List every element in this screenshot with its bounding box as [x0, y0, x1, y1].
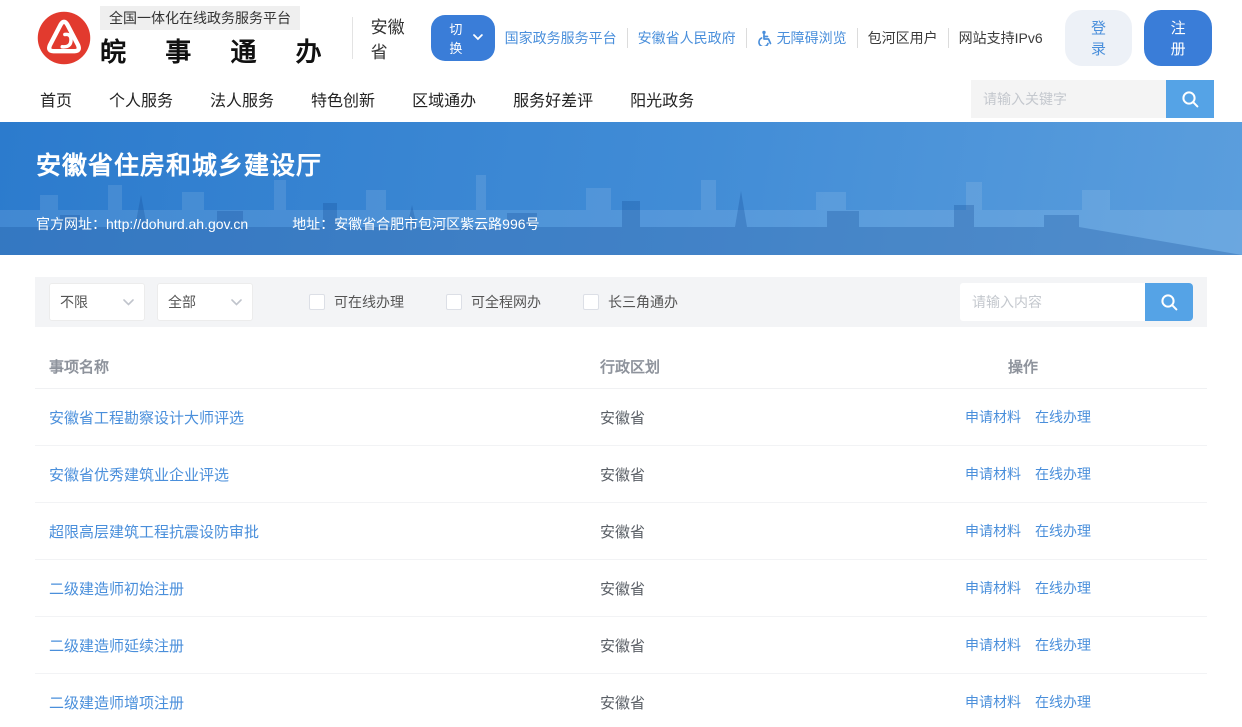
filter-checkbox[interactable]: 长三角通办: [583, 292, 678, 312]
login-button[interactable]: 登录: [1065, 10, 1133, 66]
link-provincial-government[interactable]: 安徽省人民政府: [628, 28, 747, 48]
region-switch-label: 切换: [443, 19, 469, 57]
accessibility-label: 无障碍浏览: [777, 28, 847, 48]
services-table: 事项名称 行政区划 操作 安徽省工程勘察设计大师评选 安徽省 申请材料 在线办理…: [35, 345, 1207, 727]
region-switch-button[interactable]: 切换: [431, 15, 495, 61]
type-filter-value: 全部: [168, 292, 196, 312]
service-item-link[interactable]: 超限高层建筑工程抗震设防审批: [49, 521, 600, 542]
type-filter-select[interactable]: 全部: [157, 283, 253, 321]
filter-bar: 不限 全部 可在线办理 可全程网办 长三角通办: [35, 277, 1207, 327]
main-nav: 首页 个人服务 法人服务 特色创新 区域通办 服务好差评 阳光政务: [0, 75, 1242, 122]
table-header-row: 事项名称 行政区划 操作: [35, 345, 1207, 389]
materials-link[interactable]: 申请材料: [965, 407, 1021, 427]
top-links: 国家政务服务平台 安徽省人民政府 无障碍浏览 包河区用户 网站支持IPv6: [495, 28, 1053, 48]
table-row: 二级建造师初始注册 安徽省 申请材料 在线办理: [35, 560, 1207, 617]
top-bar: 全国一体化在线政务服务平台 皖 事 通 办 安徽省 切换 国家政务服务平台 安徽…: [0, 0, 1242, 75]
service-region: 安徽省: [600, 407, 965, 428]
content: 不限 全部 可在线办理 可全程网办 长三角通办: [35, 277, 1207, 727]
current-region: 安徽省: [371, 13, 421, 63]
service-item-link[interactable]: 安徽省工程勘察设计大师评选: [49, 407, 600, 428]
checkbox-box[interactable]: [446, 294, 462, 310]
list-search: [960, 283, 1193, 321]
link-district-user[interactable]: 包河区用户: [858, 28, 949, 48]
checkbox-box[interactable]: [583, 294, 599, 310]
checkbox-label: 长三角通办: [608, 292, 678, 312]
service-region: 安徽省: [600, 635, 965, 656]
region-filter-value: 不限: [60, 292, 88, 312]
nav-item[interactable]: 阳光政务: [630, 87, 694, 111]
site-name: 皖 事 通 办: [100, 32, 338, 69]
table-row: 超限高层建筑工程抗震设防审批 安徽省 申请材料 在线办理: [35, 503, 1207, 560]
chevron-down-icon: [473, 34, 483, 41]
service-item-link[interactable]: 二级建造师延续注册: [49, 635, 600, 656]
filter-checkbox[interactable]: 可全程网办: [446, 292, 541, 312]
online-handle-link[interactable]: 在线办理: [1035, 521, 1091, 541]
filter-checkbox[interactable]: 可在线办理: [309, 292, 404, 312]
site-logo-icon: [36, 10, 92, 66]
nav-search: [971, 80, 1214, 118]
checkbox-label: 可全程网办: [471, 292, 541, 312]
keyword-search-button[interactable]: [1166, 80, 1214, 118]
department-banner: 安徽省住房和城乡建设厅 官方网址：http://dohurd.ah.gov.cn…: [0, 122, 1242, 255]
materials-link[interactable]: 申请材料: [965, 521, 1021, 541]
service-item-link[interactable]: 二级建造师增项注册: [49, 692, 600, 713]
nav-item[interactable]: 个人服务: [109, 87, 173, 111]
table-row: 二级建造师增项注册 安徽省 申请材料 在线办理: [35, 674, 1207, 727]
col-header-name: 事项名称: [49, 356, 600, 377]
service-region: 安徽省: [600, 521, 965, 542]
online-handle-link[interactable]: 在线办理: [1035, 578, 1091, 598]
filter-checkboxes: 可在线办理 可全程网办 长三角通办: [309, 292, 678, 312]
materials-link[interactable]: 申请材料: [965, 464, 1021, 484]
service-region: 安徽省: [600, 578, 965, 599]
divider: [352, 17, 353, 59]
nav-item[interactable]: 首页: [40, 87, 72, 111]
nav-item[interactable]: 特色创新: [311, 87, 375, 111]
list-search-button[interactable]: [1145, 283, 1193, 321]
department-address: 地址：安徽省合肥市包河区紫云路996号: [292, 214, 539, 234]
brand-tagline: 全国一体化在线政务服务平台: [100, 6, 300, 30]
materials-link[interactable]: 申请材料: [965, 692, 1021, 712]
online-handle-link[interactable]: 在线办理: [1035, 464, 1091, 484]
table-body: 安徽省工程勘察设计大师评选 安徽省 申请材料 在线办理 安徽省优秀建筑业企业评选…: [35, 389, 1207, 727]
chevron-down-icon: [123, 299, 134, 306]
service-region: 安徽省: [600, 692, 965, 713]
online-handle-link[interactable]: 在线办理: [1035, 692, 1091, 712]
link-national-platform[interactable]: 国家政务服务平台: [495, 28, 628, 48]
col-header-ops: 操作: [965, 356, 1193, 377]
checkbox-box[interactable]: [309, 294, 325, 310]
link-accessibility[interactable]: 无障碍浏览: [747, 28, 858, 48]
table-row: 二级建造师延续注册 安徽省 申请材料 在线办理: [35, 617, 1207, 674]
nav-item[interactable]: 区域通办: [412, 87, 476, 111]
col-header-region: 行政区划: [600, 356, 965, 377]
table-row: 安徽省优秀建筑业企业评选 安徽省 申请材料 在线办理: [35, 446, 1207, 503]
search-icon: [1159, 292, 1179, 312]
materials-link[interactable]: 申请材料: [965, 578, 1021, 598]
department-website: 官方网址：http://dohurd.ah.gov.cn: [36, 214, 248, 234]
link-ipv6[interactable]: 网站支持IPv6: [949, 28, 1053, 48]
materials-link[interactable]: 申请材料: [965, 635, 1021, 655]
table-row: 安徽省工程勘察设计大师评选 安徽省 申请材料 在线办理: [35, 389, 1207, 446]
department-title: 安徽省住房和城乡建设厅: [36, 146, 1242, 182]
service-item-link[interactable]: 二级建造师初始注册: [49, 578, 600, 599]
service-item-link[interactable]: 安徽省优秀建筑业企业评选: [49, 464, 600, 485]
service-region: 安徽省: [600, 464, 965, 485]
list-search-input[interactable]: [960, 283, 1145, 321]
wheelchair-icon: [757, 30, 773, 46]
search-icon: [1180, 89, 1200, 109]
region-filter-select[interactable]: 不限: [49, 283, 145, 321]
keyword-search-input[interactable]: [971, 80, 1166, 118]
register-button[interactable]: 注册: [1144, 10, 1212, 66]
online-handle-link[interactable]: 在线办理: [1035, 407, 1091, 427]
chevron-down-icon: [231, 299, 242, 306]
online-handle-link[interactable]: 在线办理: [1035, 635, 1091, 655]
nav-items: 首页 个人服务 法人服务 特色创新 区域通办 服务好差评 阳光政务: [40, 87, 694, 111]
checkbox-label: 可在线办理: [334, 292, 404, 312]
nav-item[interactable]: 法人服务: [210, 87, 274, 111]
brand-block: 全国一体化在线政务服务平台 皖 事 通 办: [100, 6, 338, 69]
nav-item[interactable]: 服务好差评: [513, 87, 593, 111]
